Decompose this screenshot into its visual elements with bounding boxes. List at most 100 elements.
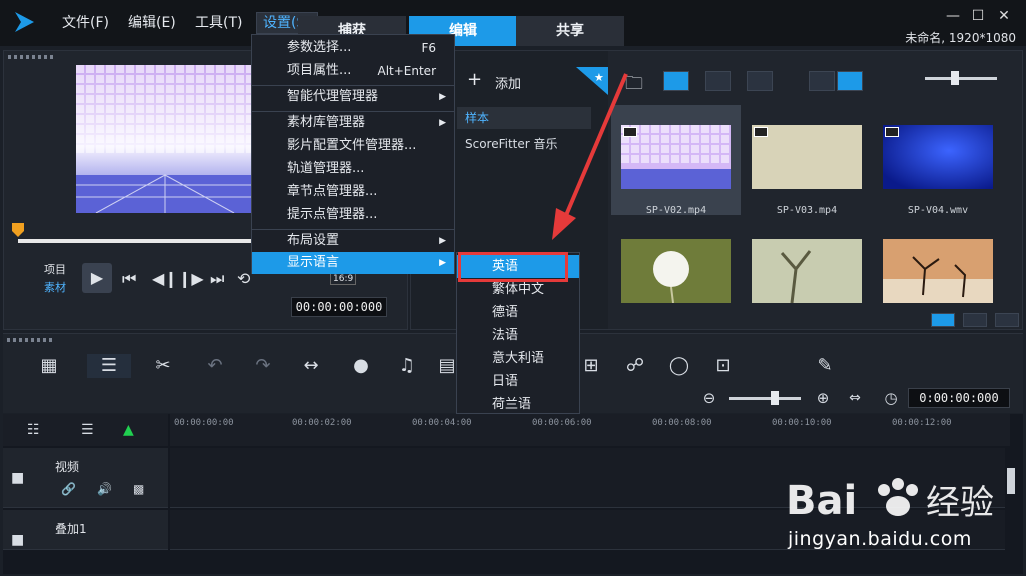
end-icon[interactable]: ⏭ bbox=[210, 269, 224, 289]
watermark-url: jingyan.baidu.com bbox=[788, 528, 972, 550]
panel-grip[interactable] bbox=[8, 55, 56, 59]
volume-icon[interactable]: 🔊 bbox=[97, 482, 112, 496]
thumb-size-slider[interactable] bbox=[925, 77, 997, 80]
home-icon[interactable]: ⏮ bbox=[122, 269, 136, 289]
timeline-view-icon[interactable]: ☰ bbox=[87, 354, 131, 378]
fit-project-icon[interactable]: ⇔ bbox=[841, 386, 869, 410]
library-panel-toggle-3[interactable] bbox=[995, 313, 1019, 327]
thumbnail-image bbox=[883, 125, 993, 189]
menu-item-chapter-manager[interactable]: 章节点管理器... bbox=[252, 181, 454, 203]
language-german[interactable]: 德语 bbox=[457, 301, 579, 324]
menu-edit[interactable]: 编辑(E) bbox=[128, 13, 176, 33]
timeline-timecode[interactable]: 0:00:00:000 bbox=[908, 388, 1010, 408]
timeline-scrollbar[interactable] bbox=[1007, 468, 1015, 494]
mask-icon[interactable]: ◯ bbox=[665, 354, 693, 378]
panel-grip[interactable] bbox=[7, 338, 55, 342]
zoom-slider-handle[interactable] bbox=[771, 391, 779, 405]
thumb-view-button[interactable] bbox=[837, 71, 863, 91]
filter-audio-button[interactable] bbox=[747, 71, 773, 91]
maximize-icon[interactable]: ☐ bbox=[970, 8, 986, 24]
ruler-tick: 00:00:04:00 bbox=[412, 418, 472, 428]
thumbnail-sp-v03[interactable]: SP-V03.mp4 bbox=[742, 105, 872, 216]
link-icon[interactable]: 🔗 bbox=[61, 482, 76, 496]
clip-mode-label[interactable]: 素材 bbox=[44, 279, 66, 295]
thumb-size-handle[interactable] bbox=[951, 71, 959, 85]
overlay-track-icon: ■ bbox=[11, 532, 25, 548]
menu-tools[interactable]: 工具(T) bbox=[195, 13, 242, 33]
pan-zoom-icon[interactable]: ⊡ bbox=[709, 354, 737, 378]
highlight-box bbox=[458, 252, 568, 282]
list-view-button[interactable] bbox=[809, 71, 835, 91]
fit-icon[interactable]: ↔ bbox=[297, 354, 325, 378]
menu-item-preferences[interactable]: 参数选择... F6 bbox=[252, 37, 454, 59]
track-header-video[interactable]: ■ 视频 🔗 🔊 ▩ bbox=[3, 448, 168, 508]
project-info: 未命名, 1920*1080 bbox=[905, 31, 1016, 45]
menu-item-label: 参数选择... bbox=[287, 40, 352, 55]
library-add-button[interactable]: 添加 bbox=[495, 73, 521, 92]
zoom-out-icon[interactable]: ⊖ bbox=[695, 386, 723, 410]
zoom-slider[interactable] bbox=[729, 397, 801, 400]
track-header-overlay[interactable]: ■ 叠加1 bbox=[3, 510, 168, 550]
trim-start-marker-icon[interactable] bbox=[12, 223, 24, 239]
next-frame-icon[interactable]: ❙▶ bbox=[178, 269, 204, 288]
aspect-ratio-select[interactable]: 16:9 bbox=[330, 273, 357, 285]
submenu-arrow-icon: ▶ bbox=[439, 118, 446, 128]
add-icon[interactable]: + bbox=[467, 69, 482, 90]
minimize-icon[interactable]: — bbox=[945, 8, 961, 24]
thumbnail-image bbox=[752, 239, 862, 303]
timeline-ruler[interactable]: 00:00:00:00 00:00:02:00 00:00:04:00 00:0… bbox=[170, 414, 1010, 446]
repeat-icon[interactable]: ⟲ bbox=[237, 269, 250, 288]
ruler-tick: 00:00:00:00 bbox=[174, 418, 234, 428]
audio-mixer-icon[interactable]: ♫ bbox=[393, 354, 421, 378]
record-icon[interactable]: ● bbox=[347, 354, 375, 378]
baidu-watermark: Bai 经验 jingyan.baidu.com bbox=[780, 462, 1000, 562]
language-japanese[interactable]: 日语 bbox=[457, 370, 579, 393]
menu-item-project-properties[interactable]: 项目属性... Alt+Enter bbox=[252, 60, 454, 82]
menu-file[interactable]: 文件(F) bbox=[62, 13, 109, 33]
track-manager-icon[interactable]: ☷ bbox=[27, 422, 40, 438]
undo-icon[interactable]: ↶ bbox=[201, 354, 229, 378]
ruler-tick: 00:00:12:00 bbox=[892, 418, 952, 428]
menu-item-display-language[interactable]: 显示语言 ▶ bbox=[252, 252, 454, 274]
tab-share[interactable]: 共享 bbox=[516, 16, 624, 46]
storyboard-view-icon[interactable]: ▦ bbox=[35, 354, 63, 378]
thumbnail-tree[interactable] bbox=[742, 219, 872, 329]
thumbnail-sp-v04[interactable]: SP-V04.wmv bbox=[873, 105, 1003, 216]
multi-trim-icon[interactable]: ✎ bbox=[811, 354, 839, 378]
menu-item-label: 布局设置 bbox=[287, 233, 340, 248]
track-name: 视频 bbox=[55, 460, 80, 474]
ripple-edit-icon[interactable]: ▲ bbox=[123, 422, 134, 438]
preview-timecode[interactable]: 00:00:00:000 bbox=[291, 297, 387, 317]
play-button[interactable]: ▶ bbox=[82, 263, 112, 293]
zoom-in-icon[interactable]: ⊕ bbox=[809, 386, 837, 410]
menu-item-track-manager[interactable]: 轨道管理器... bbox=[252, 158, 454, 180]
ruler-tick: 00:00:06:00 bbox=[532, 418, 592, 428]
svg-text:Bai: Bai bbox=[786, 478, 857, 524]
track-name: 叠加1 bbox=[55, 522, 87, 536]
library-panel-toggle-1[interactable] bbox=[931, 313, 955, 327]
prev-frame-icon[interactable]: ◀❙ bbox=[152, 269, 178, 288]
menu-item-cue-manager[interactable]: 提示点管理器... bbox=[252, 204, 454, 226]
menu-item-smart-proxy[interactable]: 智能代理管理器 ▶ bbox=[252, 86, 454, 108]
submenu-arrow-icon: ▶ bbox=[439, 236, 446, 246]
redo-icon[interactable]: ↷ bbox=[249, 354, 277, 378]
language-french[interactable]: 法语 bbox=[457, 324, 579, 347]
motion-icon[interactable]: ☍ bbox=[621, 354, 649, 378]
menu-item-profile-manager[interactable]: 影片配置文件管理器... bbox=[252, 135, 454, 157]
menu-item-layout-settings[interactable]: 布局设置 ▶ bbox=[252, 230, 454, 252]
menu-item-shortcut: F6 bbox=[421, 41, 436, 55]
filter-photo-button[interactable] bbox=[705, 71, 731, 91]
language-dutch[interactable]: 荷兰语 bbox=[457, 393, 579, 416]
language-italian[interactable]: 意大利语 bbox=[457, 347, 579, 370]
add-track-icon[interactable]: ☰ bbox=[81, 422, 94, 438]
grid-icon[interactable]: ⊞ bbox=[577, 354, 605, 378]
transparency-icon[interactable]: ▩ bbox=[133, 482, 144, 496]
tools-icon[interactable]: ✂ bbox=[149, 354, 177, 378]
close-icon[interactable]: ✕ bbox=[996, 8, 1012, 24]
library-panel-toggle-2[interactable] bbox=[963, 313, 987, 327]
filter-video-button[interactable] bbox=[663, 71, 689, 91]
project-mode-label[interactable]: 项目 bbox=[44, 261, 66, 277]
app-logo-icon bbox=[15, 12, 34, 32]
svg-text:经验: 经验 bbox=[926, 483, 994, 523]
menu-item-library-manager[interactable]: 素材库管理器 ▶ bbox=[252, 112, 454, 134]
